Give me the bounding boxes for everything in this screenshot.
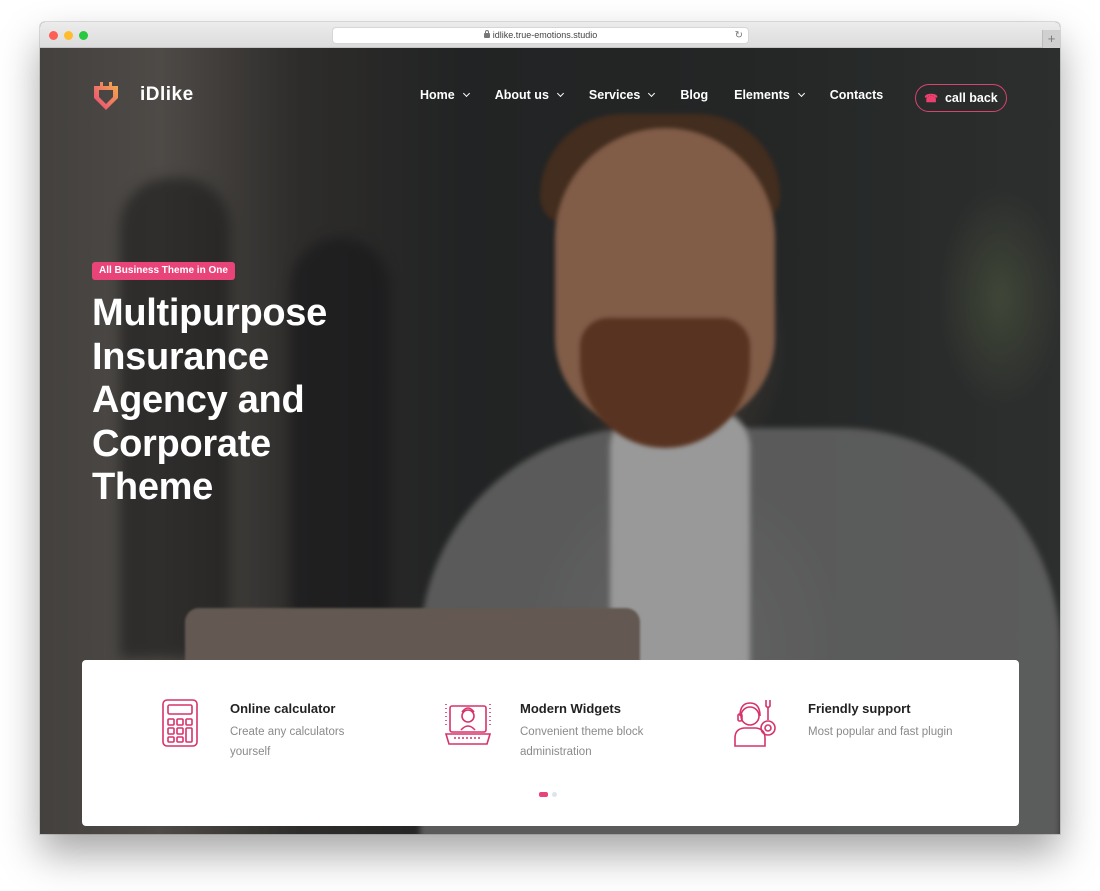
nav-item-label: About us	[494, 88, 549, 102]
address-bar[interactable]: idlike.true-emotions.studio ↻	[332, 27, 749, 44]
chevron-down-icon	[648, 89, 656, 97]
shield-logo-icon	[94, 82, 118, 110]
feature-title: Friendly support	[808, 701, 911, 716]
phone-icon: ☎	[924, 92, 938, 105]
support-agent-icon	[734, 700, 776, 747]
nav-item-elements[interactable]: Elements	[734, 88, 805, 102]
headline-line: Theme	[92, 466, 213, 508]
hero-section: iDlike Home About us Services Blog Eleme…	[40, 48, 1060, 834]
browser-window: idlike.true-emotions.studio ↻ + iDlike H…	[40, 22, 1060, 834]
feature-item[interactable]: Modern Widgets Convenient theme block ad…	[444, 698, 670, 762]
headline-line: Agency and	[92, 379, 305, 421]
carousel-dot[interactable]	[552, 792, 557, 797]
feature-title: Online calculator	[230, 701, 336, 716]
new-tab-button[interactable]: +	[1042, 30, 1060, 48]
features-card: Online calculator Create any calculators…	[82, 660, 1019, 826]
feature-description: Convenient theme block administration	[520, 726, 644, 758]
nav-item-about-us[interactable]: About us	[494, 88, 564, 102]
chevron-down-icon	[462, 89, 470, 97]
feature-title: Modern Widgets	[520, 701, 621, 716]
chevron-down-icon	[797, 89, 805, 97]
brand-name: iDlike	[140, 84, 194, 105]
nav-item-label: Contacts	[829, 88, 884, 102]
nav-item-contacts[interactable]: Contacts	[830, 88, 883, 102]
nav-item-label: Services	[588, 88, 641, 102]
feature-item[interactable]: Friendly support Most popular and fast p…	[732, 698, 958, 748]
maximize-window-button[interactable]	[79, 31, 88, 40]
browser-titlebar: idlike.true-emotions.studio ↻ +	[40, 22, 1060, 48]
headline-line: Insurance	[92, 335, 269, 378]
call-back-button[interactable]: ☎ call back	[915, 84, 1007, 112]
nav-item-label: Home	[420, 88, 455, 102]
feature-description: Create any calculators yourself	[230, 726, 345, 758]
nav-item-label: Blog	[680, 88, 709, 102]
close-window-button[interactable]	[49, 31, 58, 40]
nav-item-services[interactable]: Services	[588, 88, 656, 102]
reload-icon[interactable]: ↻	[735, 28, 743, 43]
minimize-window-button[interactable]	[64, 31, 73, 40]
headline-line: Corporate	[92, 422, 271, 465]
main-nav: Home About us Services Blog Elements Con…	[420, 88, 909, 102]
carousel-pagination	[539, 792, 557, 797]
hero-headline: Multipurpose Insurance Agency and Corpor…	[92, 292, 412, 510]
call-back-label: call back	[944, 91, 998, 105]
chevron-down-icon	[556, 89, 564, 97]
url-text: idlike.true-emotions.studio	[492, 30, 598, 40]
calculator-icon	[162, 699, 198, 747]
feature-item[interactable]: Online calculator Create any calculators…	[158, 698, 380, 762]
hero-badge: All Business Theme in One	[92, 262, 235, 280]
headline-line: Multipurpose	[92, 292, 327, 334]
nav-item-home[interactable]: Home	[420, 88, 470, 102]
nav-item-label: Elements	[734, 88, 790, 102]
nav-item-blog[interactable]: Blog	[680, 88, 708, 102]
site-header: iDlike Home About us Services Blog Eleme…	[40, 48, 1060, 148]
carousel-dot-active[interactable]	[539, 792, 548, 797]
lock-icon	[483, 30, 490, 38]
feature-description: Most popular and fast plugin	[808, 726, 953, 738]
logo[interactable]: iDlike	[92, 78, 194, 112]
laptop-widget-icon	[444, 704, 492, 745]
